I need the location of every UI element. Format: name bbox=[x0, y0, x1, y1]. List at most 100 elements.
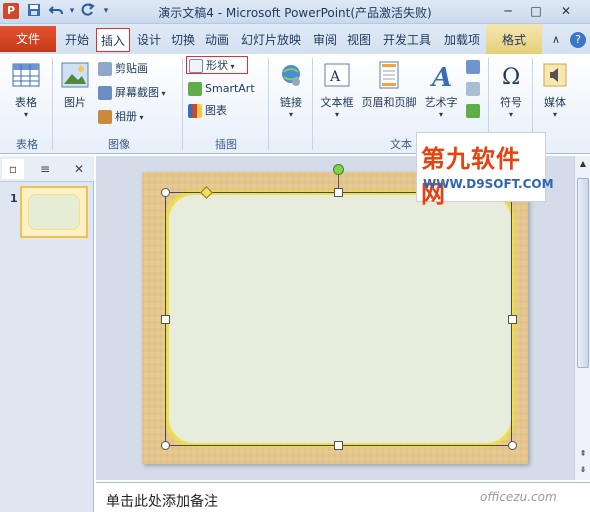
wordart-icon: A bbox=[426, 60, 456, 93]
title-bar: P ▾ ▾ 演示文稿4 - Microsoft PowerPoint(产品激活失… bbox=[0, 0, 590, 24]
link-dropdown-icon: ▾ bbox=[288, 110, 293, 119]
symbol-dropdown-icon: ▾ bbox=[508, 110, 513, 119]
group-label-images: 图像 bbox=[108, 138, 130, 151]
header-footer-label: 页眉和页脚 bbox=[361, 96, 417, 109]
date-time-button[interactable] bbox=[466, 58, 483, 76]
chart-button[interactable]: 图表 bbox=[188, 102, 227, 120]
wordart-label: 艺术字 bbox=[424, 96, 458, 109]
table-dropdown-icon: ▾ bbox=[23, 110, 28, 119]
resize-handle-bottom-right[interactable] bbox=[508, 441, 517, 450]
tab-slideshow[interactable]: 幻灯片放映 bbox=[236, 28, 306, 52]
svg-text:A: A bbox=[429, 63, 452, 90]
symbol-label: 符号 bbox=[500, 96, 522, 109]
help-icon[interactable]: ? bbox=[570, 32, 586, 48]
footer-watermark: officezu.com bbox=[480, 490, 557, 504]
table-button[interactable]: 表格 ▾ bbox=[6, 60, 46, 119]
minimize-button[interactable]: ─ bbox=[496, 2, 520, 20]
clipart-button[interactable]: 剪贴画 bbox=[98, 60, 148, 78]
selection-box bbox=[165, 192, 512, 446]
group-separator bbox=[268, 58, 269, 150]
picture-icon bbox=[60, 60, 90, 90]
slides-tab-icon[interactable]: ▫ bbox=[2, 159, 24, 179]
scroll-next-slide-icon[interactable]: ⇟ bbox=[575, 462, 590, 478]
close-panel-icon[interactable]: ✕ bbox=[68, 159, 90, 179]
tab-addins[interactable]: 加载项 bbox=[440, 28, 484, 52]
screenshot-icon bbox=[98, 86, 112, 100]
outline-tab-icon[interactable]: ≡ bbox=[34, 159, 56, 179]
collapse-ribbon-icon[interactable]: ∧ bbox=[548, 32, 564, 48]
tab-format[interactable]: 格式 bbox=[490, 28, 538, 52]
smartart-button[interactable]: SmartArt bbox=[188, 80, 255, 98]
album-icon bbox=[98, 110, 112, 124]
group-separator bbox=[312, 58, 313, 150]
scroll-prev-slide-icon[interactable]: ⇞ bbox=[575, 446, 590, 462]
scroll-thumb[interactable] bbox=[577, 178, 589, 368]
svg-text:A: A bbox=[329, 69, 341, 85]
wordart-button[interactable]: A 艺术字 ▾ bbox=[420, 60, 462, 119]
close-button[interactable]: ✕ bbox=[554, 2, 578, 20]
site-watermark: 第九软件网 WWW.D9SOFT.COM bbox=[416, 132, 554, 208]
picture-label: 图片 bbox=[64, 96, 86, 109]
screenshot-button[interactable]: 屏幕截图 ▾ bbox=[98, 84, 166, 102]
tab-developer[interactable]: 开发工具 bbox=[378, 28, 436, 52]
thumbnail-shape bbox=[28, 194, 80, 230]
object-icon bbox=[466, 104, 480, 118]
resize-handle-right[interactable] bbox=[508, 315, 517, 324]
header-footer-button[interactable]: 页眉和页脚 bbox=[360, 60, 418, 110]
album-label: 相册 bbox=[115, 110, 137, 123]
table-label: 表格 bbox=[15, 96, 37, 109]
smartart-icon bbox=[188, 82, 202, 96]
clipart-label: 剪贴画 bbox=[115, 62, 148, 75]
media-label: 媒体 bbox=[544, 96, 566, 109]
slide-thumbnail[interactable] bbox=[20, 186, 88, 238]
textbox-label: 文本框 bbox=[320, 96, 354, 109]
group-separator bbox=[52, 58, 53, 150]
clipart-icon bbox=[98, 62, 112, 76]
picture-button[interactable]: 图片 bbox=[58, 60, 92, 110]
notes-placeholder[interactable]: 单击此处添加备注 bbox=[106, 491, 218, 511]
wordart-dropdown-icon: ▾ bbox=[438, 110, 443, 119]
watermark-main-text: 第九软件网 bbox=[421, 145, 521, 208]
tab-review[interactable]: 审阅 bbox=[310, 28, 340, 52]
group-label-illustrations: 插图 bbox=[215, 138, 237, 151]
textbox-button[interactable]: A 文本框 ▾ bbox=[316, 60, 358, 119]
album-button[interactable]: 相册 ▾ bbox=[98, 108, 144, 126]
textbox-icon: A bbox=[322, 60, 352, 90]
tab-animations[interactable]: 动画 bbox=[202, 28, 232, 52]
tab-design[interactable]: 设计 bbox=[134, 28, 164, 52]
panel-tabs: ▫ ≡ ✕ bbox=[0, 156, 94, 182]
ribbon-tabs: 文件 开始 插入 设计 切换 动画 幻灯片放映 审阅 视图 开发工具 加载项 格… bbox=[0, 24, 590, 54]
vertical-scrollbar[interactable]: ▲ ⇞ ⇟ bbox=[574, 156, 590, 480]
scroll-up-icon[interactable]: ▲ bbox=[575, 156, 590, 172]
resize-handle-left[interactable] bbox=[161, 315, 170, 324]
chart-icon bbox=[188, 104, 202, 118]
shapes-label: 形状 bbox=[206, 59, 228, 72]
tab-home[interactable]: 开始 bbox=[60, 28, 94, 52]
rotation-handle[interactable] bbox=[333, 164, 344, 175]
resize-handle-top[interactable] bbox=[334, 188, 343, 197]
tab-file[interactable]: 文件 bbox=[0, 26, 56, 52]
shapes-button[interactable]: 形状 ▾ bbox=[186, 56, 248, 74]
tab-view[interactable]: 视图 bbox=[344, 28, 374, 52]
symbol-button[interactable]: Ω 符号 ▾ bbox=[494, 60, 528, 119]
group-separator bbox=[182, 58, 183, 150]
smartart-label: SmartArt bbox=[205, 82, 255, 95]
tab-transitions[interactable]: 切换 bbox=[168, 28, 198, 52]
maximize-button[interactable]: □ bbox=[524, 2, 548, 20]
tab-insert[interactable]: 插入 bbox=[96, 28, 130, 52]
resize-handle-bottom[interactable] bbox=[334, 441, 343, 450]
omega-icon: Ω bbox=[496, 60, 526, 90]
slide-panel: ▫ ≡ ✕ 1 bbox=[0, 156, 94, 512]
link-button[interactable]: 链接 ▾ bbox=[274, 60, 308, 119]
link-globe-icon bbox=[276, 60, 306, 90]
media-button[interactable]: 媒体 ▾ bbox=[536, 60, 574, 119]
resize-handle-bottom-left[interactable] bbox=[161, 441, 170, 450]
svg-text:Ω: Ω bbox=[502, 65, 520, 90]
slide-number-button[interactable] bbox=[466, 80, 483, 98]
date-time-icon bbox=[466, 60, 480, 74]
resize-handle-top-left[interactable] bbox=[161, 188, 170, 197]
textbox-dropdown-icon: ▾ bbox=[334, 110, 339, 119]
chart-label: 图表 bbox=[205, 104, 227, 117]
object-button[interactable] bbox=[466, 102, 483, 120]
slide-number-icon bbox=[466, 82, 480, 96]
